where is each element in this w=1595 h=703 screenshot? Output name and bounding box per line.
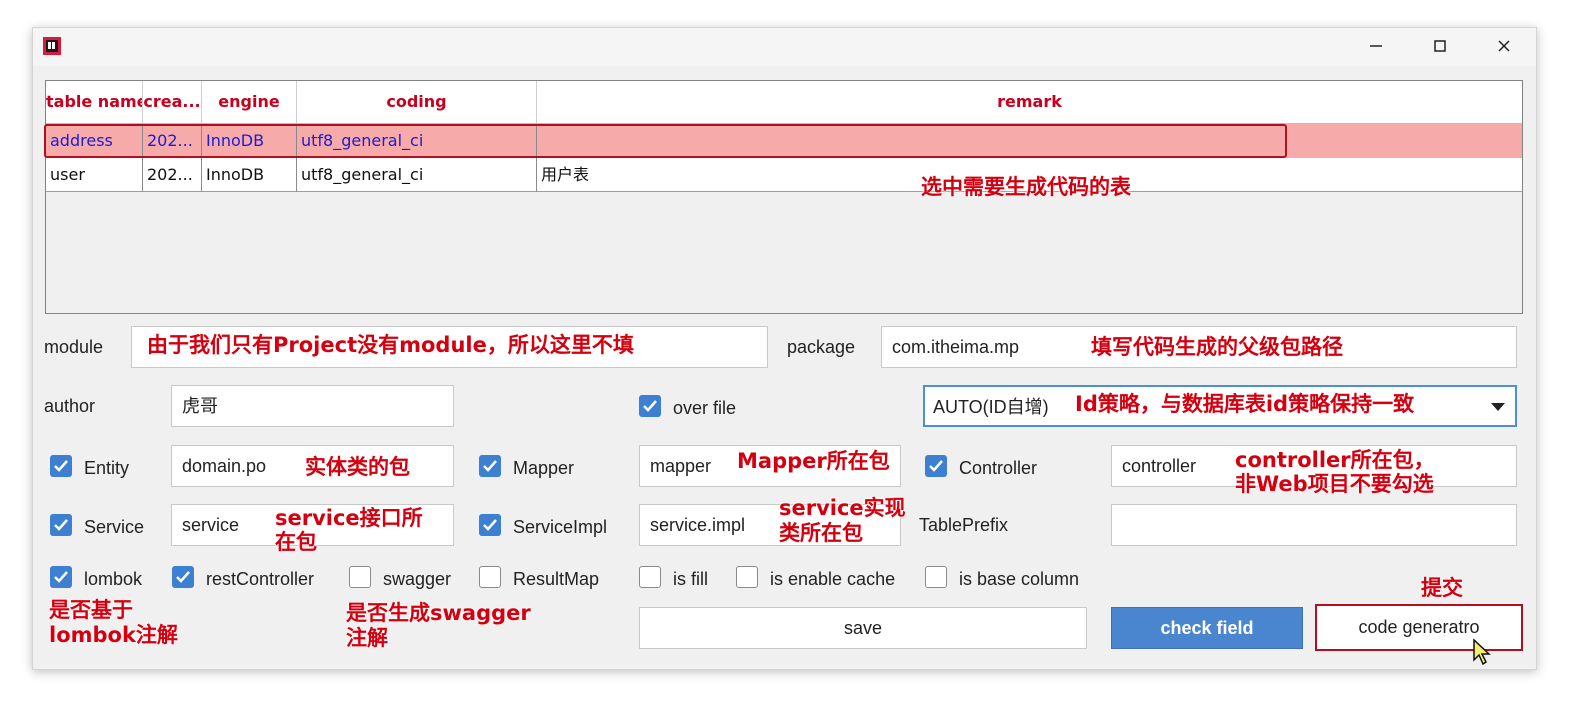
cell-engine: InnoDB: [202, 158, 297, 192]
table-list: table name crea... engine coding remark …: [44, 80, 1523, 314]
minimize-button[interactable]: [1345, 28, 1407, 64]
base-column-label: is base column: [959, 569, 1080, 589]
lombok-annotation-line2: lombok注解: [49, 623, 178, 647]
module-annotation: 由于我们只有Project没有module，所以这里不填: [147, 333, 634, 357]
service-annotation-line2: 在包: [275, 530, 317, 554]
enable-cache-checkbox[interactable]: [736, 566, 758, 588]
controller-annotation-line2: 非Web项目不要勾选: [1235, 472, 1434, 496]
author-label: author: [44, 396, 96, 416]
mapper-checkbox[interactable]: [479, 455, 501, 477]
over-file-checkbox[interactable]: [639, 395, 661, 417]
lombok-label: lombok: [84, 569, 143, 589]
is-fill-checkbox[interactable]: [639, 566, 661, 588]
save-button[interactable]: save: [639, 607, 1087, 649]
cell-remark: [537, 124, 1522, 158]
column-header-coding[interactable]: coding: [297, 81, 537, 123]
table-row[interactable]: user 202... InnoDB utf8_general_ci 用户表: [46, 158, 1522, 192]
column-header-remark[interactable]: remark: [537, 81, 1522, 123]
cell-create-time: 202...: [143, 124, 202, 158]
mapper-annotation: Mapper所在包: [737, 449, 890, 473]
maximize-button[interactable]: [1409, 28, 1471, 64]
result-map-checkbox[interactable]: [479, 566, 501, 588]
lombok-annotation-line1: 是否基于: [49, 598, 133, 622]
rest-controller-checkbox[interactable]: [172, 566, 194, 588]
table-row[interactable]: address 202... InnoDB utf8_general_ci: [46, 124, 1522, 158]
rest-controller-label: restController: [206, 569, 315, 589]
entity-label: Entity: [84, 458, 130, 478]
base-column-checkbox[interactable]: [925, 566, 947, 588]
serviceimpl-label: ServiceImpl: [513, 517, 608, 537]
cell-coding: utf8_general_ci: [297, 158, 537, 192]
id-strategy-value: AUTO(ID自增): [933, 397, 1049, 417]
swagger-annotation-line2: 注解: [346, 626, 388, 650]
controller-annotation-line1: controller所在包，: [1235, 448, 1435, 472]
submit-annotation: 提交: [1421, 576, 1463, 600]
chevron-down-icon: [1491, 403, 1505, 411]
id-strategy-annotation: Id策略，与数据库表id策略保持一致: [1075, 392, 1415, 416]
service-checkbox[interactable]: [50, 514, 72, 536]
table-prefix-input[interactable]: [1111, 504, 1517, 546]
swagger-annotation-line1: 是否生成swagger: [346, 601, 531, 625]
is-fill-label: is fill: [673, 569, 708, 589]
select-table-annotation: 选中需要生成代码的表: [921, 175, 1131, 199]
swagger-checkbox[interactable]: [349, 566, 371, 588]
serviceimpl-annotation-line1: service实现: [779, 496, 906, 520]
table-header: table name crea... engine coding remark: [46, 81, 1522, 124]
author-input[interactable]: 虎哥: [171, 385, 454, 427]
app-logo-icon: [42, 36, 62, 56]
entity-annotation: 实体类的包: [305, 455, 410, 479]
controller-checkbox[interactable]: [925, 455, 947, 477]
service-label: Service: [84, 517, 145, 537]
cell-coding: utf8_general_ci: [297, 124, 537, 158]
entity-checkbox[interactable]: [50, 455, 72, 477]
cell-table-name: user: [46, 158, 143, 192]
cell-table-name: address: [46, 124, 143, 158]
service-annotation-line1: service接口所: [275, 506, 423, 530]
mouse-cursor-icon: [1472, 638, 1492, 670]
column-header-engine[interactable]: engine: [202, 81, 297, 123]
swagger-label: swagger: [383, 569, 452, 589]
serviceimpl-checkbox[interactable]: [479, 514, 501, 536]
result-map-label: ResultMap: [513, 569, 600, 589]
serviceimpl-annotation-line2: 类所在包: [779, 521, 863, 545]
column-header-create-time[interactable]: crea...: [143, 81, 202, 123]
over-file-label: over file: [673, 398, 737, 418]
close-button[interactable]: [1473, 28, 1535, 64]
controller-label: Controller: [959, 458, 1038, 478]
mapper-label: Mapper: [513, 458, 575, 478]
lombok-checkbox[interactable]: [50, 566, 72, 588]
check-field-button[interactable]: check field: [1111, 607, 1303, 649]
package-annotation: 填写代码生成的父级包路径: [1091, 335, 1343, 359]
cell-create-time: 202...: [143, 158, 202, 192]
enable-cache-label: is enable cache: [770, 569, 896, 589]
table-prefix-label: TablePrefix: [919, 515, 1009, 535]
package-label: package: [787, 337, 856, 357]
code-generator-window: table name crea... engine coding remark …: [32, 27, 1537, 670]
module-label: module: [44, 337, 104, 357]
column-header-table-name[interactable]: table name: [46, 81, 143, 123]
cell-engine: InnoDB: [202, 124, 297, 158]
title-bar: [33, 28, 1536, 66]
